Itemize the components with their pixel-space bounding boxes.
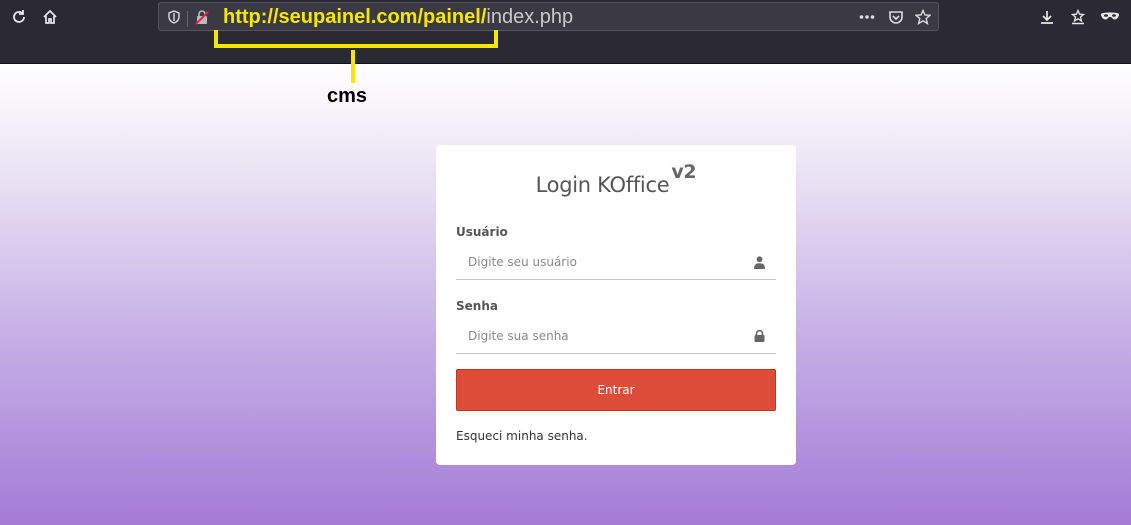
home-icon[interactable]	[39, 6, 61, 28]
username-input[interactable]	[456, 244, 746, 280]
annotation-pointer	[351, 50, 355, 83]
browser-toolbar: http://seupainel.com/painel/index.php	[0, 0, 1131, 64]
username-field	[456, 244, 776, 280]
bookmark-star-icon[interactable]	[913, 7, 933, 27]
reload-icon[interactable]	[8, 6, 30, 28]
username-label: Usuário	[456, 225, 508, 239]
annotation-label: cms	[327, 85, 368, 107]
shield-icon[interactable]	[164, 7, 184, 27]
url-text[interactable]: http://seupainel.com/painel/index.php	[223, 6, 573, 28]
url-path: index.php	[486, 6, 574, 28]
page-background: Login KOfficev2 Usuário Senha Entrar Esq…	[0, 65, 1131, 525]
download-icon[interactable]	[1036, 6, 1058, 28]
password-input[interactable]	[456, 318, 746, 354]
more-icon[interactable]	[857, 7, 877, 27]
address-bar[interactable]: http://seupainel.com/painel/index.php	[158, 2, 939, 31]
password-label: Senha	[456, 299, 498, 313]
password-field	[456, 318, 776, 354]
annotation-bracket	[214, 30, 498, 48]
private-mask-icon[interactable]	[1099, 6, 1121, 28]
login-title-text: Login KOffice	[535, 173, 670, 197]
login-card: Login KOfficev2 Usuário Senha Entrar Esq…	[436, 145, 796, 465]
url-highlighted: http://seupainel.com/painel/	[223, 6, 487, 28]
pocket-icon[interactable]	[886, 7, 906, 27]
library-icon[interactable]	[1067, 6, 1089, 28]
lock-icon	[752, 329, 766, 343]
user-icon	[752, 255, 766, 269]
forgot-password-link[interactable]: Esqueci minha senha.	[456, 429, 588, 443]
separator	[187, 11, 188, 27]
insecure-lock-icon[interactable]	[192, 7, 212, 27]
version-badge: v2	[671, 161, 697, 183]
submit-button[interactable]: Entrar	[456, 369, 776, 411]
login-title: Login KOfficev2	[436, 161, 796, 197]
